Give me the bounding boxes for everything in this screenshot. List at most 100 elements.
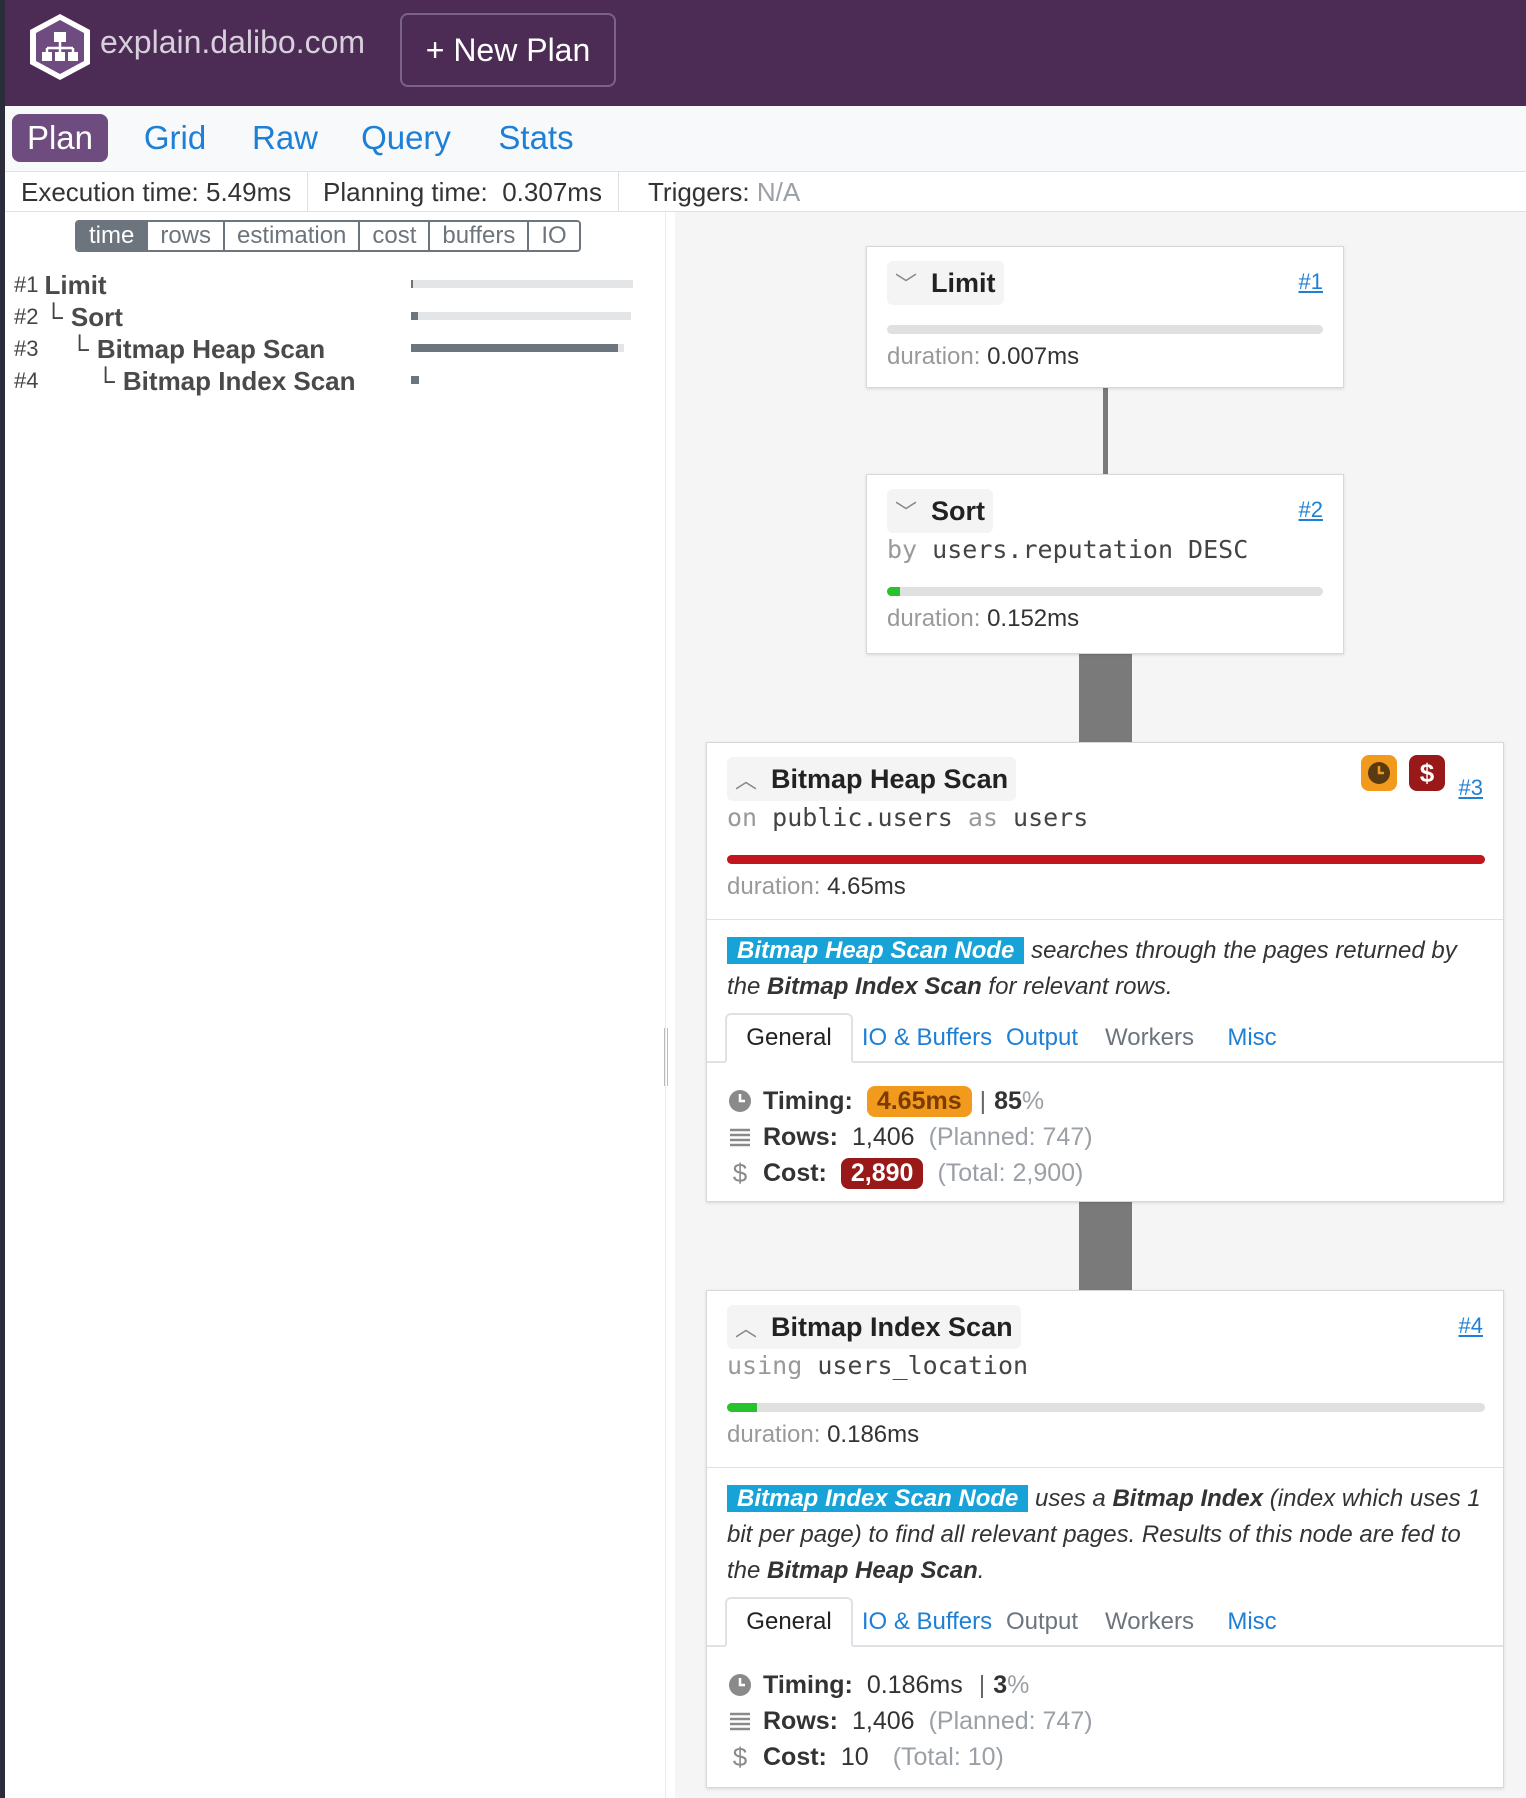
node-header[interactable]: ﹀ Sort bbox=[887, 489, 994, 533]
planning-time: Planning time: 0.307ms bbox=[307, 172, 619, 212]
brand-link[interactable]: explain.dalibo.com bbox=[100, 24, 365, 61]
timing-label: Timing: bbox=[763, 1086, 853, 1115]
new-plan-button[interactable]: + New Plan bbox=[400, 13, 616, 87]
percent-sign: % bbox=[1021, 1086, 1045, 1115]
metric-cost-button[interactable]: cost bbox=[360, 222, 431, 250]
tree-row-limit[interactable]: #1 Limit bbox=[14, 270, 107, 300]
detail-tabs: General IO & Buffers Output Workers Misc bbox=[707, 1597, 1503, 1647]
chevron-down-icon[interactable]: ﹀ bbox=[895, 495, 917, 527]
detail-tab-output[interactable]: Output bbox=[1002, 1013, 1082, 1063]
detail-tab-general[interactable]: General bbox=[725, 1597, 853, 1647]
duration-value: 0.186ms bbox=[827, 1421, 920, 1448]
node-header[interactable]: ﹀ Limit bbox=[887, 261, 1004, 305]
detail-tab-workers[interactable]: Workers bbox=[1097, 1597, 1202, 1647]
detail-tab-misc[interactable]: Misc bbox=[1217, 1597, 1287, 1647]
tree-row-sort[interactable]: #2 └ Sort bbox=[14, 302, 123, 332]
node-link[interactable]: #1 bbox=[1299, 269, 1323, 295]
tree-node-name: Bitmap Index Scan bbox=[122, 365, 356, 396]
description-text: uses a bbox=[1028, 1485, 1113, 1512]
detail-tab-workers[interactable]: Workers bbox=[1097, 1013, 1202, 1063]
splitter-grip-icon[interactable] bbox=[664, 1028, 668, 1086]
node-title: Sort bbox=[931, 495, 986, 526]
rows-planned: (Planned: 747) bbox=[928, 1122, 1093, 1151]
tree-time-bar-limit bbox=[411, 280, 633, 288]
detail-tabs: General IO & Buffers Output Workers Misc bbox=[707, 1013, 1503, 1063]
tree-time-fill bbox=[411, 344, 618, 352]
tree-node-number: #4 bbox=[14, 368, 39, 393]
subtitle-value: users.reputation DESC bbox=[932, 535, 1249, 564]
detail-tab-misc[interactable]: Misc bbox=[1217, 1013, 1287, 1063]
node-header[interactable]: ︿ Bitmap Heap Scan bbox=[727, 757, 1017, 801]
node-link[interactable]: #4 bbox=[1459, 1313, 1483, 1339]
metric-rows-button[interactable]: rows bbox=[148, 222, 226, 250]
tab-plan[interactable]: Plan bbox=[12, 114, 108, 162]
node-duration-fill bbox=[887, 587, 901, 596]
node-title: Limit bbox=[931, 267, 996, 298]
detail-tab-output[interactable]: Output bbox=[1002, 1597, 1082, 1647]
metric-io-button[interactable]: IO bbox=[529, 222, 579, 250]
tree-node-number: #2 bbox=[14, 304, 39, 329]
chevron-down-icon[interactable]: ﹀ bbox=[895, 267, 917, 299]
rows-list-icon bbox=[727, 1127, 753, 1147]
pane-splitter[interactable] bbox=[665, 212, 675, 1798]
tree-row-bitmap-index-scan[interactable]: #4 └ Bitmap Index Scan bbox=[14, 366, 356, 396]
node-type-highlight: Bitmap Heap Scan Node bbox=[727, 937, 1025, 964]
tree-time-fill bbox=[411, 376, 419, 384]
node-title: Bitmap Index Scan bbox=[771, 1311, 1013, 1342]
node-card-limit[interactable]: ﹀ Limit #1 duration: 0.007ms bbox=[866, 246, 1344, 388]
tab-query[interactable]: Query bbox=[351, 114, 461, 162]
slow-timing-clock-icon bbox=[1361, 755, 1397, 791]
detail-tab-io-buffers[interactable]: IO & Buffers bbox=[857, 1013, 997, 1063]
chevron-up-icon[interactable]: ︿ bbox=[735, 763, 757, 795]
metric-estimation-button[interactable]: estimation bbox=[225, 222, 361, 250]
subtitle-value: users_location bbox=[817, 1351, 1029, 1380]
timing-percent: 3 bbox=[993, 1670, 1008, 1699]
dalibo-logo-icon[interactable] bbox=[28, 12, 92, 82]
triggers[interactable]: Triggers: N/A bbox=[632, 172, 816, 212]
node-card-bitmap-index-scan[interactable]: ︿ Bitmap Index Scan #4 using users_locati… bbox=[706, 1290, 1504, 1788]
node-card-bitmap-heap-scan[interactable]: ︿ Bitmap Heap Scan $ #3 on public.users a… bbox=[706, 742, 1504, 1202]
subtitle-relation: public.users bbox=[772, 803, 953, 832]
node-link[interactable]: #2 bbox=[1299, 497, 1323, 523]
node-header[interactable]: ︿ Bitmap Index Scan bbox=[727, 1305, 1021, 1349]
high-cost-dollar-icon: $ bbox=[1409, 755, 1445, 791]
node-link[interactable]: #3 bbox=[1459, 775, 1483, 801]
metric-time-button[interactable]: time bbox=[77, 222, 149, 250]
detail-tab-general[interactable]: General bbox=[725, 1013, 853, 1063]
node-description: Bitmap Heap Scan Node searches through t… bbox=[727, 933, 1483, 1005]
node-duration: duration: 0.152ms bbox=[887, 605, 1079, 633]
plan-diagram-pane: ﹀ Limit #1 duration: 0.007ms ﹀ Sort #2 by … bbox=[675, 212, 1526, 1798]
chevron-up-icon[interactable]: ︿ bbox=[735, 1311, 757, 1343]
detail-cost-row: $ Cost: 2,890 (Total: 2,900) bbox=[727, 1155, 1083, 1191]
detail-tab-io-buffers[interactable]: IO & Buffers bbox=[857, 1597, 997, 1647]
divider bbox=[707, 1467, 1503, 1468]
duration-label: duration: bbox=[887, 343, 981, 370]
tab-stats[interactable]: Stats bbox=[481, 114, 591, 162]
tree-time-bar-sort bbox=[411, 312, 631, 320]
plan-stats-bar: Execution time: 5.49ms Planning time: 0.… bbox=[5, 172, 1526, 212]
node-type-highlight: Bitmap Index Scan Node bbox=[727, 1485, 1029, 1512]
metric-toggle-group: time rows estimation cost buffers IO bbox=[75, 220, 581, 252]
dollar-icon: $ bbox=[732, 1741, 748, 1772]
cost-total: (Total: 2,900) bbox=[937, 1158, 1084, 1187]
tree-branch-glyph: └ bbox=[44, 301, 63, 332]
tab-raw[interactable]: Raw bbox=[235, 114, 335, 162]
tab-grid[interactable]: Grid bbox=[127, 114, 223, 162]
tree-row-bitmap-heap-scan[interactable]: #3 └ Bitmap Heap Scan bbox=[14, 334, 325, 364]
execution-time: Execution time: 5.49ms bbox=[5, 172, 309, 212]
tree-time-bar-index bbox=[411, 376, 419, 384]
duration-value: 4.65ms bbox=[827, 873, 906, 900]
node-card-sort[interactable]: ﹀ Sort #2 by users.reputation DESC durati… bbox=[866, 474, 1344, 654]
duration-value: 0.152ms bbox=[987, 605, 1080, 632]
description-bold: Bitmap Index Scan bbox=[767, 973, 982, 1000]
cost-value: 2,890 bbox=[840, 1157, 924, 1189]
timing-label: Timing: bbox=[763, 1670, 853, 1699]
duration-label: duration: bbox=[727, 1421, 821, 1448]
tree-time-fill bbox=[411, 312, 418, 320]
metric-buffers-button[interactable]: buffers bbox=[430, 222, 530, 250]
duration-label: duration: bbox=[727, 873, 821, 900]
duration-label: duration: bbox=[887, 605, 981, 632]
top-navbar: explain.dalibo.com + New Plan bbox=[0, 0, 1526, 106]
rows-planned: (Planned: 747) bbox=[928, 1706, 1093, 1735]
connector-sort-heap bbox=[1079, 654, 1132, 742]
